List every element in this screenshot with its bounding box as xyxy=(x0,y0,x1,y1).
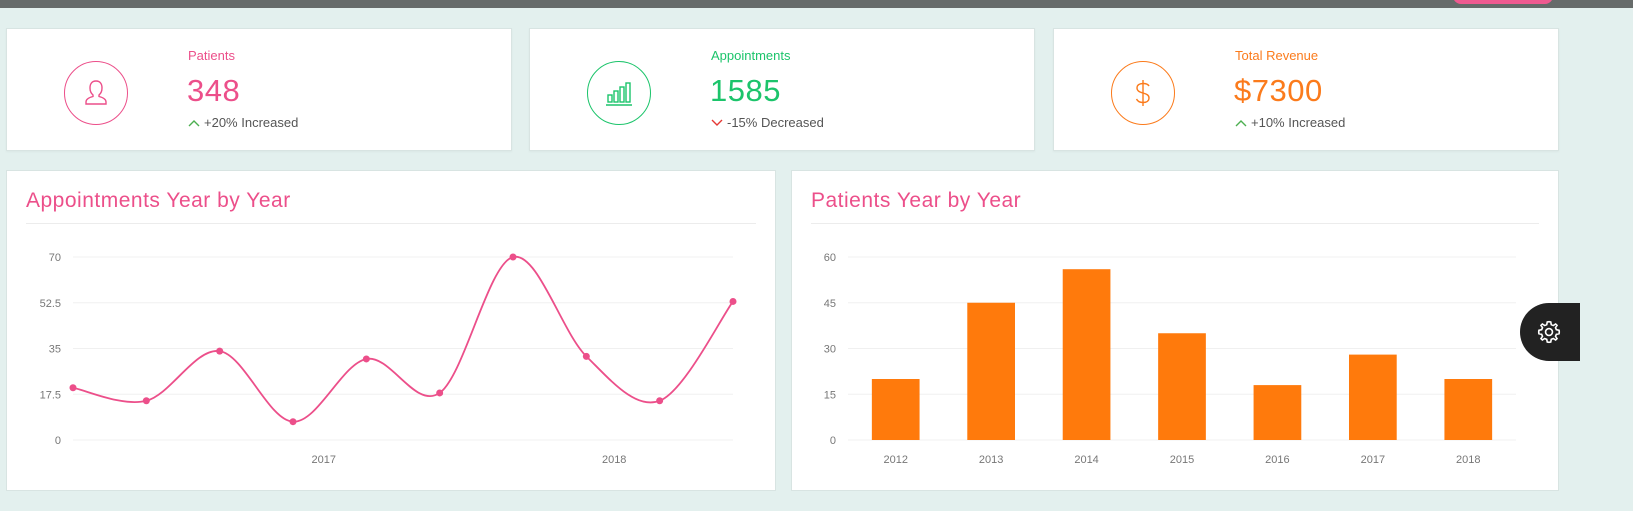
stat-card-appointments: Appointments 1585 -15% Decreased xyxy=(529,28,1035,151)
bar xyxy=(871,379,920,440)
x-tick-label: 2018 xyxy=(1456,454,1480,466)
y-tick-label: 0 xyxy=(830,435,836,447)
x-tick-label: 2012 xyxy=(883,454,907,466)
bar xyxy=(1253,385,1302,440)
stat-trend: +20% Increased xyxy=(188,115,298,130)
y-tick-label: 0 xyxy=(55,435,61,447)
data-point xyxy=(289,418,297,426)
dollar-icon xyxy=(1111,61,1175,125)
patients-chart-panel: Patients Year by Year 0 15 30 45 60 2012 2013 2… xyxy=(791,170,1559,491)
stat-card-revenue: Total Revenue $7300 +10% Increased xyxy=(1053,28,1559,151)
data-point xyxy=(436,389,444,397)
stat-value: 1585 xyxy=(710,73,781,108)
data-point xyxy=(362,355,370,363)
chevron-down-icon xyxy=(711,119,723,126)
x-tick-label: 2014 xyxy=(1074,454,1098,466)
chevron-up-icon xyxy=(1235,119,1247,126)
data-point xyxy=(69,384,77,392)
bar xyxy=(1349,354,1397,440)
bar xyxy=(1062,269,1111,440)
y-tick-label: 15 xyxy=(824,389,836,401)
settings-button[interactable] xyxy=(1520,303,1580,361)
y-tick-label: 30 xyxy=(824,344,836,356)
bar xyxy=(1158,333,1206,440)
top-navbar xyxy=(0,0,1633,8)
data-point xyxy=(142,397,150,405)
appointments-line-chart: 0 17.5 35 52.5 70 2017 2018 xyxy=(40,252,737,466)
bar-chart-icon xyxy=(587,61,651,125)
y-tick-label: 52.5 xyxy=(40,298,61,310)
stat-trend: -15% Decreased xyxy=(711,115,824,130)
data-point xyxy=(216,347,224,355)
y-tick-label: 45 xyxy=(824,298,836,310)
header-action-button[interactable] xyxy=(1453,0,1553,4)
stat-card-patients: Patients 348 +20% Increased xyxy=(6,28,512,151)
series-line xyxy=(72,256,734,423)
chevron-up-icon xyxy=(188,119,200,126)
appointments-chart-panel: Appointments Year by Year 0 17.5 35 52.5 70 2… xyxy=(6,170,776,491)
x-tick-label: 2015 xyxy=(1170,454,1194,466)
stat-trend-text: +10% Increased xyxy=(1251,115,1346,130)
data-point xyxy=(656,397,664,405)
stat-trend-text: +20% Increased xyxy=(204,115,299,130)
y-tick-label: 35 xyxy=(49,344,61,356)
x-tick-label: 2017 xyxy=(312,454,336,466)
y-tick-label: 60 xyxy=(824,252,836,264)
bar xyxy=(1444,379,1493,440)
stat-trend-text: -15% Decreased xyxy=(727,115,824,130)
gear-icon xyxy=(1537,320,1561,344)
stat-value: $7300 xyxy=(1234,73,1323,108)
stat-trend: +10% Increased xyxy=(1235,115,1345,130)
data-point xyxy=(582,352,590,360)
data-point xyxy=(509,253,517,261)
x-tick-label: 2013 xyxy=(979,454,1003,466)
stat-label: Patients xyxy=(188,48,235,63)
x-tick-label: 2017 xyxy=(1361,454,1385,466)
stat-value: 348 xyxy=(187,73,241,108)
data-point xyxy=(729,297,737,305)
x-tick-label: 2016 xyxy=(1265,454,1289,466)
patients-bar-chart: 0 15 30 45 60 2012 2013 2014 2015 2016 2017 2018 xyxy=(824,252,1516,466)
y-tick-label: 17.5 xyxy=(40,389,61,401)
user-icon xyxy=(64,61,128,125)
stat-label: Appointments xyxy=(711,48,791,63)
x-tick-label: 2018 xyxy=(602,454,626,466)
stat-label: Total Revenue xyxy=(1235,48,1319,63)
y-tick-label: 70 xyxy=(49,252,61,264)
bar xyxy=(967,302,1015,440)
